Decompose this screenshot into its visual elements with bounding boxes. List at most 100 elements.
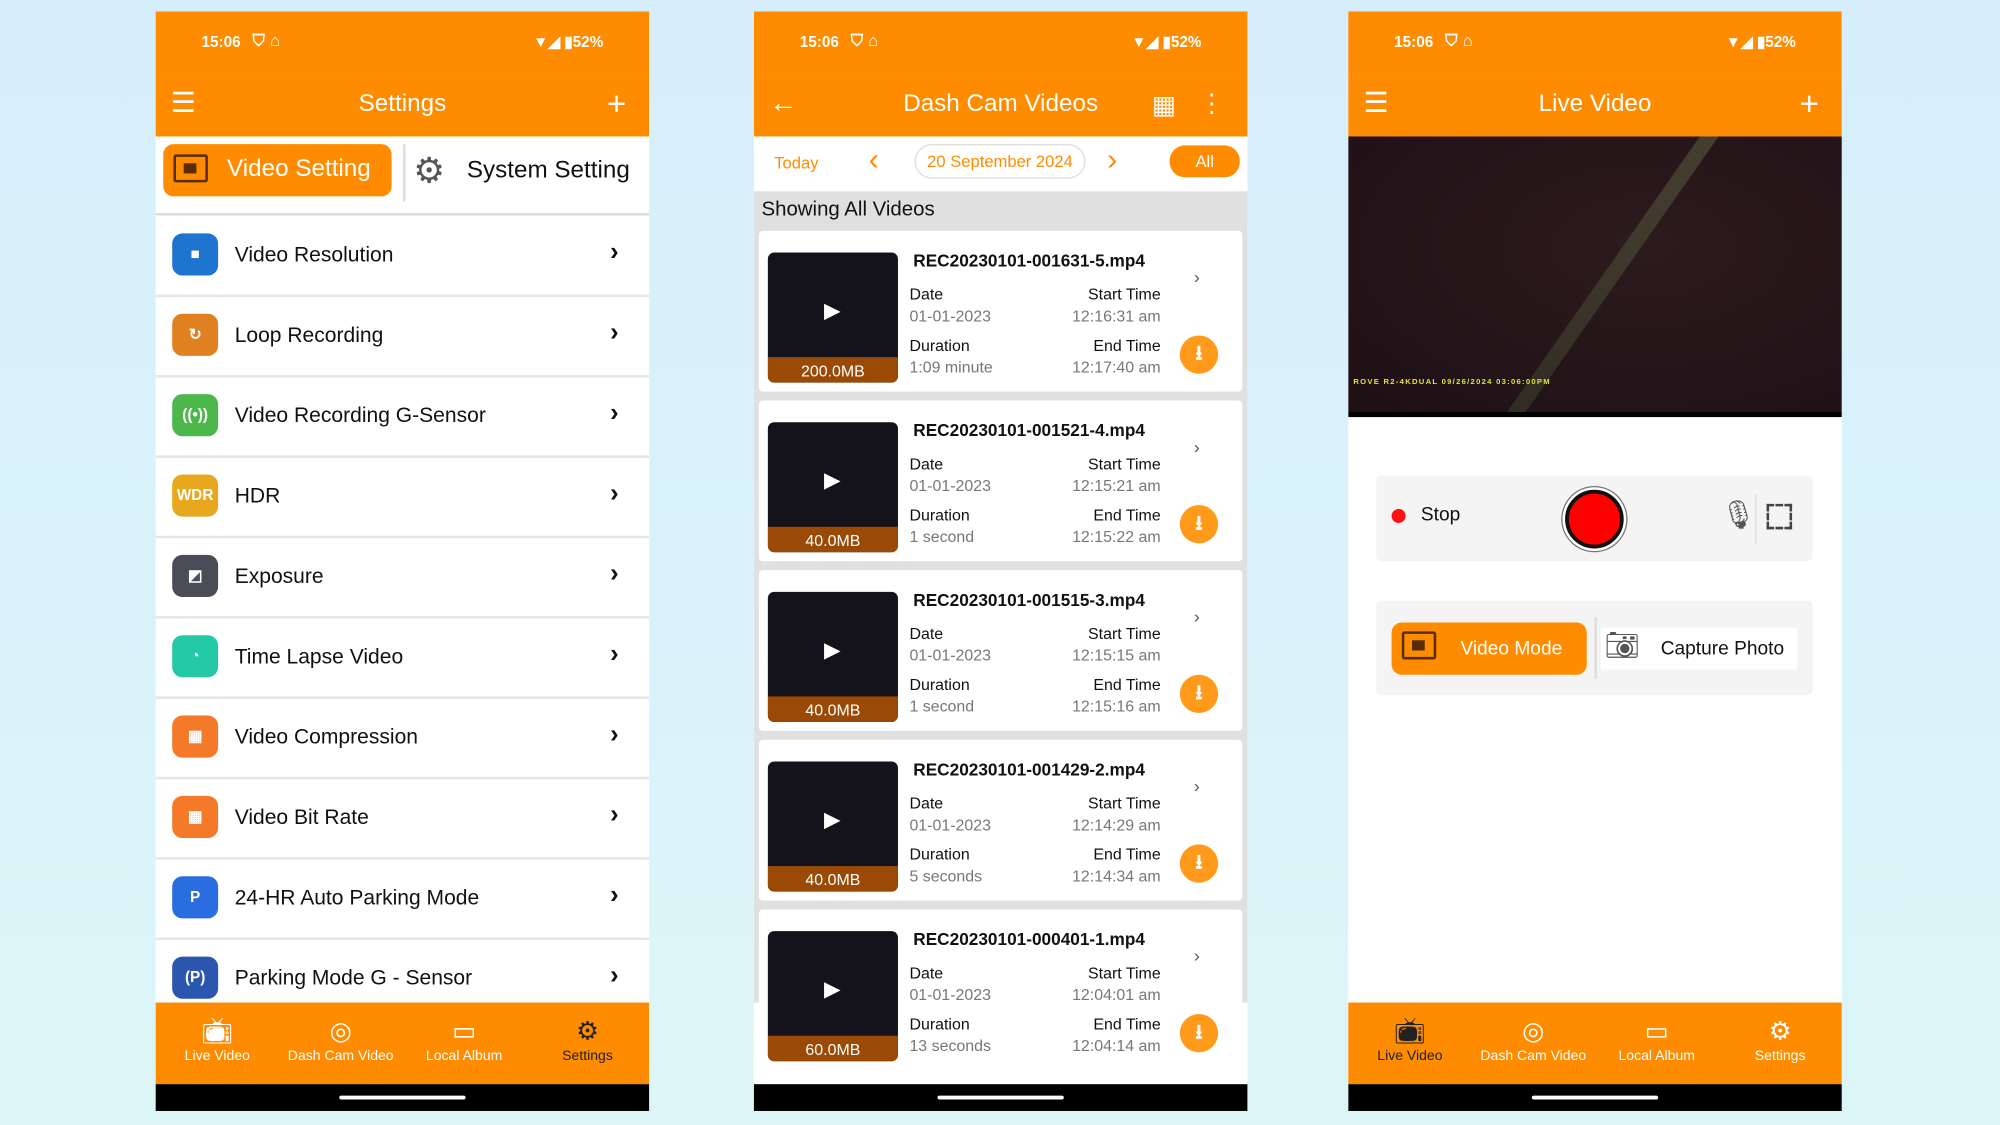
album-icon: ▭ xyxy=(452,1017,477,1046)
tv-play-icon: 📺︎ xyxy=(201,1017,234,1046)
nav-item-live-video[interactable]: 📺︎ Live Video xyxy=(1348,1003,1471,1085)
nav-item-local-album[interactable]: ▭ Local Album xyxy=(1595,1003,1718,1085)
nav-item-settings[interactable]: ⚙ Settings xyxy=(526,1003,649,1085)
nav-label: Dash Cam Video xyxy=(287,1048,394,1064)
settings-item[interactable]: ↻ Loop Recording › xyxy=(155,297,650,378)
download-icon[interactable]: ⭳ xyxy=(1179,844,1219,883)
next-date-icon[interactable]: › xyxy=(1107,143,1117,179)
battery-percent: 52% xyxy=(572,33,604,52)
record-button[interactable] xyxy=(1565,489,1624,549)
video-card[interactable]: ▶ 40.0MB REC20230101-001521-4.mp4 Date 01… xyxy=(758,400,1243,562)
chevron-right-icon[interactable]: › xyxy=(1194,436,1200,456)
duration-value: 13 seconds xyxy=(909,1036,991,1055)
settings-item-label: Video Resolution xyxy=(234,243,394,267)
settings-item[interactable]: ▦ Video Bit Rate › xyxy=(155,779,650,860)
wdr-icon: WDR xyxy=(172,474,219,517)
microphone-icon[interactable]: 🎙︎ xyxy=(1721,499,1757,532)
chevron-right-icon[interactable]: › xyxy=(1194,776,1200,796)
duration-value: 1 second xyxy=(909,697,975,716)
video-list[interactable]: Showing All Videos ▶ 200.0MB REC20230101-… xyxy=(753,191,1248,1071)
notification-icons: ⛉⌂ xyxy=(850,30,884,50)
download-icon[interactable]: ⭳ xyxy=(1179,335,1219,374)
nav-item-settings[interactable]: ⚙ Settings xyxy=(1718,1003,1841,1085)
button-label: Capture Photo xyxy=(1660,637,1785,660)
settings-item-label: Video Bit Rate xyxy=(234,806,369,830)
nav-item-dash-cam-video[interactable]: ◎ Dash Cam Video xyxy=(279,1003,402,1085)
video-thumbnail[interactable]: ▶ 40.0MB xyxy=(767,422,898,553)
start-time-value: 12:15:21 am xyxy=(1072,477,1161,495)
chevron-right-icon[interactable]: › xyxy=(1194,606,1200,626)
today-button[interactable]: Today xyxy=(774,153,818,172)
video-thumbnail[interactable]: ▶ 200.0MB xyxy=(767,252,898,383)
capture-photo-button[interactable]: 📷︎ Capture Photo xyxy=(1600,627,1798,670)
app-bar: ← Dash Cam Videos ▦ ⋮ xyxy=(753,73,1248,137)
end-time-value: 12:17:40 am xyxy=(1072,358,1161,377)
status-bar: 15:06 ⛉⌂ ▼◢ ▮52% xyxy=(155,11,650,74)
battery-percent: 52% xyxy=(1765,33,1796,52)
live-video-feed[interactable]: ROVE R2-4KDUAL 09/26/2024 03:06:00PM xyxy=(1348,136,1842,418)
video-card[interactable]: ▶ 40.0MB REC20230101-001515-3.mp4 Date 01… xyxy=(758,570,1243,731)
add-icon[interactable]: + xyxy=(607,84,626,124)
chevron-right-icon[interactable]: › xyxy=(1194,945,1200,965)
start-time-value: 12:16:31 am xyxy=(1072,307,1161,326)
settings-item-label: Exposure xyxy=(234,565,324,589)
end-time-value: 12:15:16 am xyxy=(1072,697,1161,716)
nav-item-live-video[interactable]: 📺︎ Live Video xyxy=(156,1003,279,1085)
settings-item[interactable]: P 24-HR Auto Parking Mode › xyxy=(155,860,650,941)
nav-item-dash-cam-video[interactable]: ◎ Dash Cam Video xyxy=(1472,1003,1595,1085)
download-icon[interactable]: ⭳ xyxy=(1179,674,1219,714)
settings-screen: 15:06 ⛉⌂ ▼◢ ▮52% ☰ Settings + Video Setting … xyxy=(155,11,650,1111)
play-icon[interactable]: ▶ xyxy=(824,638,841,664)
file-size: 40.0MB xyxy=(767,866,898,892)
recording-controls: Stop 🎙︎ xyxy=(1376,475,1813,562)
play-icon[interactable]: ▶ xyxy=(824,977,841,1003)
more-options-icon[interactable]: ⋮ xyxy=(1199,88,1225,120)
download-icon[interactable]: ⭳ xyxy=(1179,505,1219,544)
tab-system-setting[interactable]: ⚙ System Setting xyxy=(403,144,630,202)
nav-label: Local Album xyxy=(425,1048,503,1064)
chevron-right-icon: › xyxy=(610,318,619,347)
all-button[interactable]: All xyxy=(1169,145,1240,178)
settings-item[interactable]: ▦ Video Compression › xyxy=(155,699,650,780)
page-title: Settings xyxy=(358,90,447,118)
tv-play-icon: 📺︎ xyxy=(1393,1017,1427,1046)
nav-label: Live Video xyxy=(184,1048,250,1064)
file-name: REC20230101-000401-1.mp4 xyxy=(913,929,1145,949)
settings-item[interactable]: WDR HDR › xyxy=(155,458,650,539)
nav-label: Live Video xyxy=(1377,1048,1443,1064)
video-thumbnail[interactable]: ▶ 40.0MB xyxy=(767,761,898,892)
video-mode-button[interactable]: Video Mode xyxy=(1391,622,1587,675)
end-time-label: End Time xyxy=(1093,336,1161,355)
file-name: REC20230101-001429-2.mp4 xyxy=(913,760,1145,780)
download-icon[interactable]: ⭳ xyxy=(1179,1014,1219,1053)
date-label: Date xyxy=(909,794,944,813)
nav-item-local-album[interactable]: ▭ Local Album xyxy=(402,1003,525,1085)
play-icon[interactable]: ▶ xyxy=(824,468,841,494)
tab-video-setting[interactable]: Video Setting xyxy=(163,144,392,197)
settings-item[interactable]: ◩ Exposure › xyxy=(155,538,650,619)
chevron-right-icon[interactable]: › xyxy=(1194,267,1200,287)
video-card[interactable]: ▶ 200.0MB REC20230101-001631-5.mp4 Date 0… xyxy=(758,230,1243,392)
date-picker[interactable]: 20 September 2024 xyxy=(914,144,1086,179)
duration-label: Duration xyxy=(909,845,970,864)
video-card[interactable]: ▶ 60.0MB REC20230101-000401-1.mp4 Date 01… xyxy=(758,909,1243,1071)
settings-item[interactable]: ◔ Time Lapse Video › xyxy=(155,619,650,699)
grid-view-icon[interactable]: ▦ xyxy=(1152,89,1176,121)
speedometer-icon: ◔ xyxy=(172,635,219,678)
previous-date-icon[interactable]: ‹ xyxy=(869,143,879,179)
settings-item[interactable]: ((•)) Video Recording G-Sensor › xyxy=(155,378,650,458)
video-thumbnail[interactable]: ▶ 40.0MB xyxy=(767,591,898,722)
end-time-label: End Time xyxy=(1093,506,1161,525)
play-icon[interactable]: ▶ xyxy=(824,298,841,324)
fullscreen-icon[interactable] xyxy=(1766,503,1793,530)
settings-item-label: Loop Recording xyxy=(234,323,384,347)
video-thumbnail[interactable]: ▶ 60.0MB xyxy=(767,931,898,1062)
start-time-label: Start Time xyxy=(1088,964,1161,983)
start-time-label: Start Time xyxy=(1088,285,1161,304)
file-name: REC20230101-001521-4.mp4 xyxy=(913,420,1145,441)
settings-item[interactable]: ■ Video Resolution › xyxy=(155,217,650,298)
add-icon[interactable]: + xyxy=(1800,84,1819,124)
start-time-label: Start Time xyxy=(1088,624,1161,643)
video-card[interactable]: ▶ 40.0MB REC20230101-001429-2.mp4 Date 01… xyxy=(758,739,1243,901)
play-icon[interactable]: ▶ xyxy=(824,807,841,833)
